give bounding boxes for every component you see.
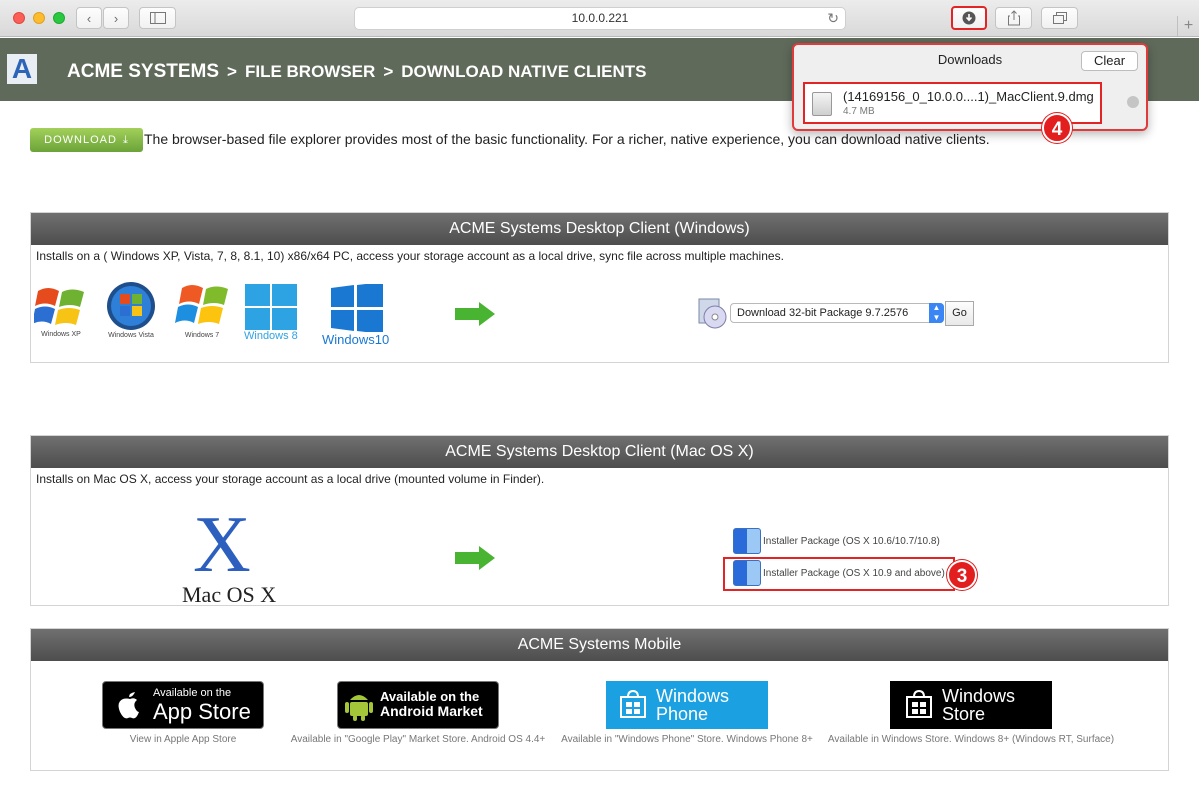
windows-store-icon (906, 690, 932, 718)
new-tab-button[interactable]: + (1177, 16, 1199, 36)
android-market-badge[interactable]: Available on the Android Market (337, 681, 499, 729)
forward-button[interactable]: › (103, 7, 129, 29)
windows-xp-flag-icon (34, 288, 84, 325)
zoom-window-button[interactable] (53, 12, 65, 24)
windows-phone-badge[interactable]: Windows Phone (606, 681, 768, 729)
minimize-window-button[interactable] (33, 12, 45, 24)
windows-package-select[interactable]: Download 32-bit Package 9.7.2576 ▲ ▼ (730, 303, 944, 323)
share-button[interactable] (995, 7, 1032, 29)
breadcrumb-acme-systems[interactable]: ACME SYSTEMS (67, 61, 219, 82)
windows-xp-logo: Windows XP (34, 283, 88, 338)
finder-icon (733, 560, 761, 586)
disk-image-icon (812, 92, 832, 116)
windows-vista-caption: Windows Vista (108, 332, 154, 339)
windows-8-tiles-icon (244, 284, 297, 330)
breadcrumb-separator: > (383, 62, 394, 81)
download-button[interactable]: DOWNLOAD ⤓ (30, 128, 143, 152)
breadcrumb: ACME SYSTEMS > FILE BROWSER > DOWNLOAD NATIV… (67, 61, 646, 83)
windows-store-caption: Available in Windows Store. Windows 8+ (… (827, 734, 1115, 745)
share-icon (1007, 10, 1020, 26)
android-caption: Available in "Google Play" Market Store.… (290, 734, 546, 745)
windows-store-line2: Store (942, 704, 986, 724)
installer-cd-icon (698, 298, 727, 329)
windows-8-caption: Windows 8 (244, 330, 298, 342)
reload-icon[interactable]: ↻ (827, 8, 839, 29)
arrow-down-icon: ⤓ (122, 133, 129, 146)
windows-panel-desc: Installs on a ( Windows XP, Vista, 7, 8,… (36, 249, 784, 263)
mobile-panel-title: ACME Systems Mobile (31, 629, 1168, 661)
back-button[interactable]: ‹ (76, 7, 102, 29)
windows-store-badge[interactable]: Windows Store (890, 681, 1052, 729)
tabs-overview-button[interactable] (1041, 7, 1078, 29)
tabs-icon (1052, 12, 1067, 24)
download-button-label: DOWNLOAD (44, 134, 117, 146)
breadcrumb-file-browser[interactable]: FILE BROWSER (245, 62, 375, 81)
windows-xp-caption: Windows XP (41, 331, 81, 338)
finder-icon (733, 528, 761, 554)
mac-panel-title: ACME Systems Desktop Client (Mac OS X) (31, 436, 1168, 468)
app-store-line1: Available on the (153, 686, 232, 699)
android-line1: Available on the (380, 689, 480, 705)
green-arrow-icon (455, 302, 495, 326)
intro-text: The browser-based file explorer provides… (144, 131, 990, 147)
download-icon (962, 11, 976, 25)
browser-toolbar: ‹ › 10.0.0.221 ↻ + (0, 0, 1199, 37)
chevron-left-icon: ‹ (86, 10, 92, 26)
windows-7-flag-icon (175, 285, 228, 324)
app-store-badge[interactable]: Available on the App Store (102, 681, 264, 729)
windows-7-caption: Windows 7 (184, 332, 220, 339)
downloads-popover: Downloads Clear (14169156_0_10.0.0....1)… (792, 43, 1148, 131)
windows-phone-caption: Available in "Windows Phone" Store. Wind… (561, 734, 813, 745)
windows-8-logo: Windows 8 (244, 284, 298, 342)
windows-vista-orb-icon (107, 282, 155, 330)
go-button[interactable]: Go (945, 301, 974, 326)
windows-10-logo: Windows10 (322, 284, 389, 347)
windows-10-tiles-icon (330, 284, 383, 332)
apple-icon (118, 692, 139, 719)
installer-package-current-link[interactable]: Installer Package (OS X 10.9 and above) (763, 568, 945, 579)
windows-panel-title: ACME Systems Desktop Client (Windows) (31, 213, 1168, 245)
android-icon (345, 695, 373, 721)
mac-os-x-logo-text: Mac OS X (182, 582, 277, 607)
annotation-badge-3: 3 (947, 560, 977, 590)
chevron-right-icon: › (113, 10, 119, 26)
breadcrumb-separator: > (227, 62, 237, 81)
app-store-caption: View in Apple App Store (129, 734, 237, 745)
windows-phone-icon (620, 690, 646, 718)
download-file-size: 4.7 MB (843, 106, 875, 117)
breadcrumb-download-native-clients: DOWNLOAD NATIVE CLIENTS (401, 62, 647, 81)
address-bar[interactable]: 10.0.0.221 ↻ (354, 7, 846, 30)
windows-7-logo: Windows 7 (172, 280, 232, 339)
windows-package-select-value: Download 32-bit Package 9.7.2576 (737, 307, 909, 319)
windows-phone-line2: Phone (656, 704, 709, 724)
acme-logo[interactable]: A (7, 54, 37, 84)
download-file-name: (14169156_0_10.0.0....1)_MacClient.9.dmg (843, 89, 1094, 104)
app-store-line2: App Store (153, 698, 251, 724)
windows-vista-logo: Windows Vista (105, 280, 157, 339)
clear-downloads-button[interactable]: Clear (1081, 51, 1138, 71)
windows-phone-line1: Windows (656, 686, 730, 706)
windows-store-line1: Windows (942, 686, 1016, 706)
windows-10-caption: Windows10 (322, 332, 390, 347)
sidebar-button[interactable] (139, 7, 176, 29)
mac-os-x-logo-x: X (193, 501, 251, 589)
url-text: 10.0.0.221 (571, 11, 629, 25)
annotation-badge-4: 4 (1042, 113, 1072, 143)
green-arrow-icon (455, 546, 495, 570)
installer-package-legacy-link[interactable]: Installer Package (OS X 10.6/10.7/10.8) (763, 536, 940, 547)
android-line2: Android Market (380, 703, 483, 720)
downloads-button[interactable] (951, 6, 987, 30)
close-window-button[interactable] (13, 12, 25, 24)
mac-panel-desc: Installs on Mac OS X, access your storag… (36, 472, 545, 486)
reveal-in-finder-icon[interactable] (1127, 96, 1139, 108)
select-arrows-icon: ▲ ▼ (929, 303, 944, 323)
sidebar-icon (149, 12, 166, 24)
